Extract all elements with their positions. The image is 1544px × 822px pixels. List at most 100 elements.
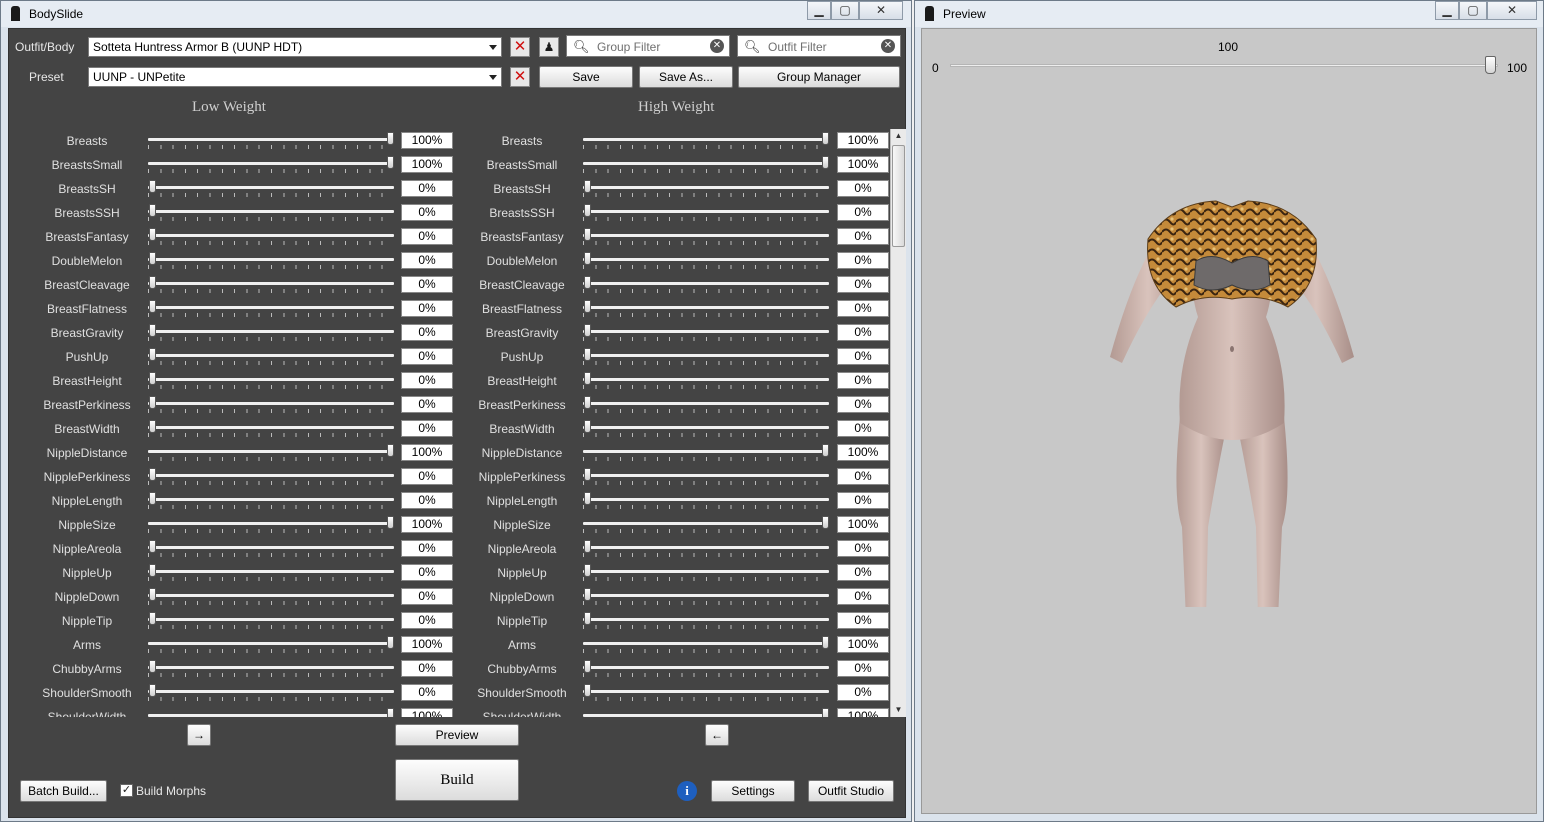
high-weight-slider-thumb[interactable] — [584, 660, 591, 673]
copy-right-button[interactable]: → — [187, 724, 211, 746]
preview-titlebar[interactable]: Preview ▁ ▢ ✕ — [915, 1, 1543, 27]
preview-button[interactable]: Preview — [395, 724, 519, 746]
high-weight-value-field[interactable]: 0% — [837, 588, 889, 605]
outfit-filter-input[interactable]: 🔍︎ Outfit Filter ✕ — [737, 35, 901, 57]
preview-viewport[interactable]: 100 0 100 — [921, 28, 1537, 814]
build-button[interactable]: Build — [395, 759, 519, 801]
low-weight-slider-track[interactable] — [148, 690, 394, 693]
low-weight-slider-track[interactable] — [148, 138, 394, 141]
high-weight-value-field[interactable]: 0% — [837, 372, 889, 389]
high-weight-slider-track[interactable] — [583, 618, 829, 621]
preview-close-button[interactable]: ✕ — [1487, 1, 1537, 20]
high-weight-value-field[interactable]: 0% — [837, 660, 889, 677]
high-weight-slider-thumb[interactable] — [584, 276, 591, 289]
high-weight-value-field[interactable]: 0% — [837, 300, 889, 317]
build-morphs-checkbox[interactable]: ✓ — [120, 784, 133, 797]
high-weight-value-field[interactable]: 0% — [837, 324, 889, 341]
high-weight-value-field[interactable]: 0% — [837, 180, 889, 197]
low-weight-slider-thumb[interactable] — [149, 348, 156, 361]
high-weight-value-field[interactable]: 0% — [837, 612, 889, 629]
high-weight-slider-track[interactable] — [583, 642, 829, 645]
low-weight-slider-thumb[interactable] — [149, 324, 156, 337]
high-weight-value-field[interactable]: 0% — [837, 348, 889, 365]
low-weight-value-field[interactable]: 0% — [401, 468, 453, 485]
high-weight-slider-track[interactable] — [583, 666, 829, 669]
high-weight-value-field[interactable]: 0% — [837, 252, 889, 269]
high-weight-slider-thumb[interactable] — [822, 444, 829, 457]
high-weight-value-field[interactable]: 0% — [837, 564, 889, 581]
low-weight-slider-thumb[interactable] — [387, 156, 394, 169]
high-weight-slider-thumb[interactable] — [584, 180, 591, 193]
low-weight-slider-thumb[interactable] — [387, 444, 394, 457]
low-weight-value-field[interactable]: 0% — [401, 228, 453, 245]
high-weight-slider-track[interactable] — [583, 714, 829, 717]
delete-preset-button[interactable]: ✕ — [510, 67, 530, 87]
preview-minimize-button[interactable]: ▁ — [1435, 1, 1459, 20]
low-weight-slider-thumb[interactable] — [149, 252, 156, 265]
low-weight-slider-thumb[interactable] — [387, 516, 394, 529]
low-weight-slider-thumb[interactable] — [149, 540, 156, 553]
low-weight-slider-track[interactable] — [148, 234, 394, 237]
outfit-body-dropdown[interactable]: Sotteta Huntress Armor B (UUNP HDT) — [88, 37, 502, 57]
low-weight-value-field[interactable]: 0% — [401, 660, 453, 677]
high-weight-value-field[interactable]: 100% — [837, 132, 889, 149]
high-weight-slider-track[interactable] — [583, 378, 829, 381]
high-weight-value-field[interactable]: 0% — [837, 492, 889, 509]
scrollbar-thumb[interactable] — [892, 145, 905, 247]
low-weight-value-field[interactable]: 0% — [401, 204, 453, 221]
batch-build-button[interactable]: Batch Build... — [20, 780, 107, 802]
high-weight-slider-thumb[interactable] — [584, 348, 591, 361]
low-weight-slider-thumb[interactable] — [149, 684, 156, 697]
high-weight-value-field[interactable]: 0% — [837, 228, 889, 245]
low-weight-slider-track[interactable] — [148, 594, 394, 597]
low-weight-slider-track[interactable] — [148, 570, 394, 573]
high-weight-slider-track[interactable] — [583, 474, 829, 477]
low-weight-slider-track[interactable] — [148, 522, 394, 525]
low-weight-slider-track[interactable] — [148, 210, 394, 213]
high-weight-slider-thumb[interactable] — [822, 132, 829, 145]
low-weight-slider-thumb[interactable] — [149, 612, 156, 625]
low-weight-slider-track[interactable] — [148, 258, 394, 261]
high-weight-slider-thumb[interactable] — [584, 684, 591, 697]
bodyslide-link-icon[interactable]: ♟ — [539, 37, 559, 57]
preview-maximize-button[interactable]: ▢ — [1459, 1, 1487, 20]
low-weight-slider-thumb[interactable] — [149, 372, 156, 385]
high-weight-slider-track[interactable] — [583, 234, 829, 237]
low-weight-value-field[interactable]: 0% — [401, 420, 453, 437]
close-window-button[interactable]: ✕ — [859, 1, 903, 20]
high-weight-slider-thumb[interactable] — [584, 396, 591, 409]
high-weight-slider-thumb[interactable] — [822, 636, 829, 649]
info-icon[interactable]: i — [677, 781, 697, 801]
low-weight-slider-track[interactable] — [148, 450, 394, 453]
low-weight-slider-track[interactable] — [148, 714, 394, 717]
high-weight-slider-track[interactable] — [583, 546, 829, 549]
low-weight-value-field[interactable]: 0% — [401, 564, 453, 581]
high-weight-slider-track[interactable] — [583, 570, 829, 573]
high-weight-slider-track[interactable] — [583, 690, 829, 693]
clear-icon[interactable]: ✕ — [881, 39, 895, 53]
high-weight-value-field[interactable]: 0% — [837, 420, 889, 437]
low-weight-value-field[interactable]: 100% — [401, 444, 453, 461]
low-weight-slider-track[interactable] — [148, 330, 394, 333]
low-weight-slider-track[interactable] — [148, 186, 394, 189]
low-weight-value-field[interactable]: 100% — [401, 636, 453, 653]
high-weight-value-field[interactable]: 0% — [837, 396, 889, 413]
low-weight-slider-track[interactable] — [148, 546, 394, 549]
low-weight-slider-track[interactable] — [148, 378, 394, 381]
save-as-button[interactable]: Save As... — [639, 66, 733, 88]
low-weight-value-field[interactable]: 0% — [401, 348, 453, 365]
high-weight-value-field[interactable]: 100% — [837, 516, 889, 533]
copy-left-button[interactable]: ← — [705, 724, 729, 746]
low-weight-slider-thumb[interactable] — [387, 708, 394, 717]
high-weight-slider-track[interactable] — [583, 354, 829, 357]
low-weight-slider-thumb[interactable] — [149, 660, 156, 673]
delete-outfit-button[interactable]: ✕ — [510, 37, 530, 57]
high-weight-slider-thumb[interactable] — [822, 516, 829, 529]
low-weight-slider-track[interactable] — [148, 306, 394, 309]
group-manager-button[interactable]: Group Manager — [738, 66, 900, 88]
weight-slider-track[interactable] — [950, 64, 1498, 67]
low-weight-value-field[interactable]: 100% — [401, 708, 453, 717]
low-weight-slider-thumb[interactable] — [387, 132, 394, 145]
low-weight-slider-thumb[interactable] — [387, 636, 394, 649]
low-weight-value-field[interactable]: 0% — [401, 276, 453, 293]
